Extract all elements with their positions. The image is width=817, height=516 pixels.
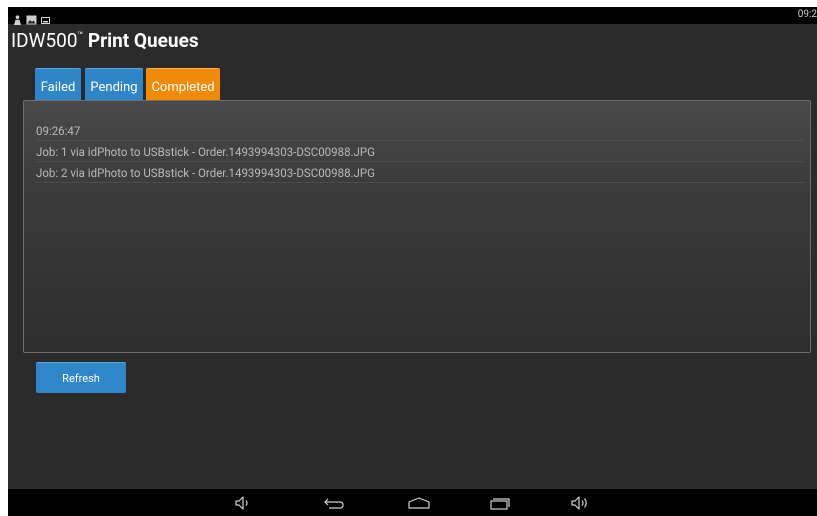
title-product: IDW500 (11, 29, 78, 52)
list-item[interactable]: Job: 2 via idPhoto to USBstick - Order.1… (36, 163, 804, 183)
home-icon[interactable] (404, 493, 434, 513)
page-title: IDW500™ Print Queues (11, 29, 199, 52)
title-suffix: Print Queues (87, 29, 199, 52)
volume-up-icon[interactable] (566, 493, 596, 513)
list-item[interactable]: Job: 1 via idPhoto to USBstick - Order.1… (36, 142, 804, 162)
recent-apps-icon[interactable] (484, 493, 514, 513)
refresh-button[interactable]: Refresh (36, 362, 126, 393)
person-icon (13, 10, 22, 25)
status-icons (13, 10, 50, 25)
navigation-bar (8, 489, 817, 516)
status-time: 09:2 (797, 9, 817, 20)
queue-list: 09:26:47 Job: 1 via idPhoto to USBstick … (23, 100, 811, 353)
queue-timestamp: 09:26:47 (36, 121, 804, 141)
storage-icon (41, 10, 50, 24)
status-bar: 09:2 (8, 7, 817, 25)
trademark-mark: ™ (77, 31, 84, 41)
back-icon[interactable] (319, 493, 349, 513)
image-icon (26, 10, 37, 25)
volume-down-icon[interactable] (229, 493, 259, 513)
app-screen: 09:2 IDW500™ Print Queues Failed Pending… (8, 7, 817, 516)
